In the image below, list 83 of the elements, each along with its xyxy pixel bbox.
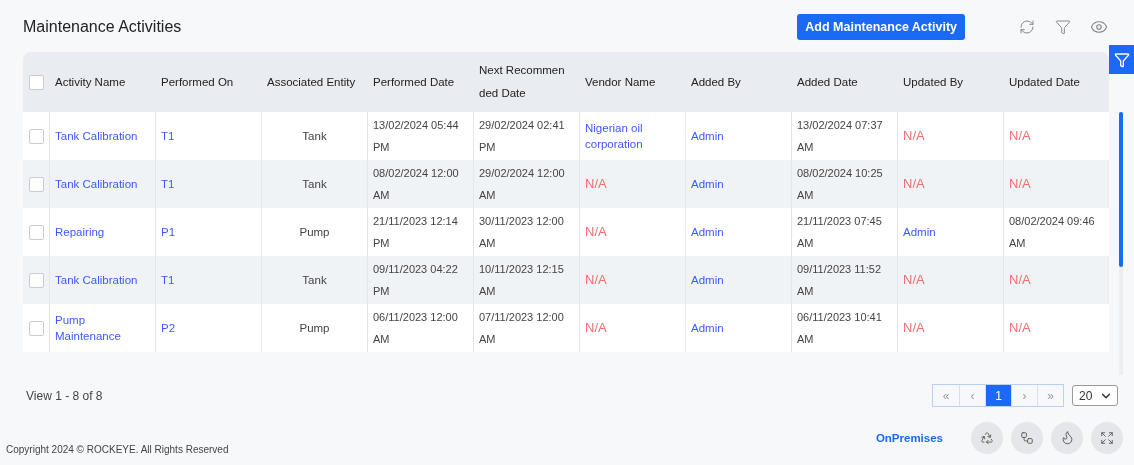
cell-link[interactable]: Repairing xyxy=(55,224,105,240)
table-cell-text: 08/02/2024 09:46 AM xyxy=(1009,214,1096,251)
table-cell-text: 09/11/2023 11:52 AM xyxy=(797,262,882,299)
table-cell-text: Tank xyxy=(302,273,327,288)
table-cell-text: 07/11/2023 12:00 AM xyxy=(479,310,565,347)
recycle-icon[interactable] xyxy=(971,421,1003,454)
cell-link[interactable]: Pump Maintenance xyxy=(55,312,150,344)
flame-icon[interactable] xyxy=(1051,421,1083,454)
column-header[interactable]: Activity Name xyxy=(49,70,155,94)
column-header[interactable]: Updated By xyxy=(897,70,1003,94)
table-cell-text: 09/11/2023 04:22 PM xyxy=(373,262,459,299)
table-cell-text: 08/02/2024 12:00 AM xyxy=(373,166,460,203)
cell-link[interactable]: Admin xyxy=(691,176,724,192)
column-header[interactable]: Updated Date xyxy=(1003,70,1109,94)
cell-link[interactable]: Tank Calibration xyxy=(55,128,138,144)
add-activity-button[interactable]: Add Maintenance Activity xyxy=(797,14,965,40)
cell-link[interactable]: Admin xyxy=(691,320,724,336)
table-cell-text: 21/11/2023 07:45 AM xyxy=(797,214,883,251)
cell-link[interactable]: Nigerian oil corporation xyxy=(585,120,680,152)
row-checkbox[interactable] xyxy=(28,320,44,336)
table-cell: N/A xyxy=(903,272,925,288)
table-cell-text: Pump xyxy=(299,321,330,336)
table-cell: N/A xyxy=(903,320,925,336)
column-header[interactable]: Performed On xyxy=(155,70,261,94)
table-cell: N/A xyxy=(585,176,607,192)
cell-link[interactable]: Admin xyxy=(903,224,936,240)
column-header[interactable]: Vendor Name xyxy=(579,70,685,94)
table-cell-text: 29/02/2024 02:41 PM xyxy=(479,118,566,155)
deployment-mode-link[interactable]: OnPremises xyxy=(875,431,943,444)
table-cell-text: 30/11/2023 12:00 AM xyxy=(479,214,565,251)
table-cell-text: 10/11/2023 12:15 AM xyxy=(479,262,565,299)
row-checkbox[interactable] xyxy=(28,176,44,192)
table-cell: N/A xyxy=(1009,128,1031,144)
table-cell: N/A xyxy=(1009,176,1031,192)
table-cell-text: 29/02/2024 12:00 AM xyxy=(479,166,566,203)
table-cell-text: 06/11/2023 12:00 AM xyxy=(373,310,459,347)
page-title: Maintenance Activities xyxy=(23,18,183,36)
table-cell: N/A xyxy=(903,176,925,192)
column-header[interactable]: Performed Date xyxy=(367,70,473,94)
table-cell: N/A xyxy=(585,272,607,288)
column-header[interactable]: Added By xyxy=(685,70,791,94)
record-summary: View 1 - 8 of 8 xyxy=(26,388,104,403)
table-cell-text: 06/11/2023 10:41 AM xyxy=(797,310,883,347)
table-cell: N/A xyxy=(585,320,607,336)
filter-icon[interactable] xyxy=(1053,17,1073,37)
cell-link[interactable]: P2 xyxy=(161,320,176,336)
scrollbar-thumb[interactable] xyxy=(1119,112,1123,267)
expand-icon[interactable] xyxy=(1091,421,1123,454)
table-cell-text: 13/02/2024 05:44 PM xyxy=(373,118,460,155)
table-cell-text: Pump xyxy=(299,225,330,240)
row-checkbox[interactable] xyxy=(28,272,44,288)
column-header[interactable]: Next Recommen ded Date xyxy=(473,59,579,105)
filter-tab-button[interactable] xyxy=(1109,45,1134,74)
cell-link[interactable]: Admin xyxy=(691,224,724,240)
table-cell: N/A xyxy=(585,224,607,240)
cell-link[interactable]: Admin xyxy=(691,272,724,288)
cell-link[interactable]: Tank Calibration xyxy=(55,176,138,192)
scrollbar-track[interactable] xyxy=(1119,112,1123,375)
cell-link[interactable]: Admin xyxy=(691,128,724,144)
filter-icon xyxy=(1113,51,1130,68)
nodes-icon[interactable] xyxy=(1011,421,1043,454)
column-header[interactable]: Associated Entity xyxy=(261,70,367,94)
cell-link[interactable]: Tank Calibration xyxy=(55,272,138,288)
table-cell-text: 13/02/2024 07:37 AM xyxy=(797,118,884,155)
cell-link[interactable]: P1 xyxy=(161,224,176,240)
cell-link[interactable]: T1 xyxy=(161,272,175,288)
table-cell: N/A xyxy=(903,128,925,144)
column-header[interactable]: Added Date xyxy=(791,70,897,94)
refresh-icon[interactable] xyxy=(1017,17,1037,37)
select-all-checkbox[interactable] xyxy=(28,74,44,90)
table-cell-text: 21/11/2023 12:14 PM xyxy=(373,214,459,251)
table-cell: N/A xyxy=(1009,320,1031,336)
table-cell-text: Tank xyxy=(302,177,327,192)
row-checkbox[interactable] xyxy=(28,128,44,144)
cell-link[interactable]: T1 xyxy=(161,128,175,144)
copyright-text: Copyright 2024 © ROCKEYE. All Rights Reserved xyxy=(6,444,230,455)
table-cell: N/A xyxy=(1009,272,1031,288)
cell-link[interactable]: T1 xyxy=(161,176,175,192)
page-button[interactable]: 1 xyxy=(985,385,1011,406)
table-cell-text: Tank xyxy=(302,129,327,144)
table-cell-text: 08/02/2024 10:25 AM xyxy=(797,166,884,203)
row-checkbox[interactable] xyxy=(28,224,44,240)
page-size-select[interactable]: 20 xyxy=(1072,385,1118,406)
